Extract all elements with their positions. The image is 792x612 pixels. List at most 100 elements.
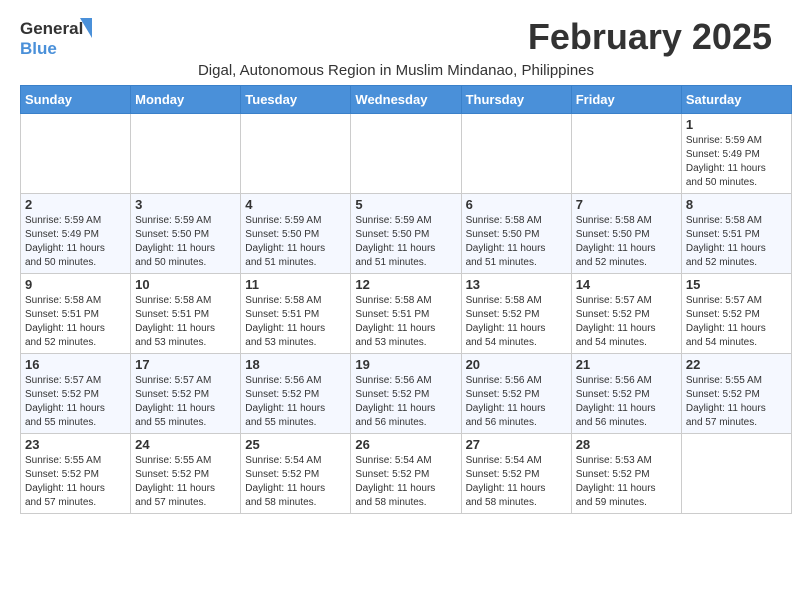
day-number: 8 [686, 197, 787, 212]
day-number: 7 [576, 197, 677, 212]
calendar-cell: 28Sunrise: 5:53 AM Sunset: 5:52 PM Dayli… [571, 434, 681, 514]
day-info: Sunrise: 5:56 AM Sunset: 5:52 PM Dayligh… [466, 374, 567, 430]
day-number: 16 [25, 357, 126, 372]
day-info: Sunrise: 5:58 AM Sunset: 5:52 PM Dayligh… [466, 294, 567, 350]
weekday-header-thursday: Thursday [461, 86, 571, 114]
calendar-cell: 15 Sunrise: 5:57 AM Sunset: 5:52 PM Dayli… [681, 274, 791, 354]
calendar-cell: 19Sunrise: 5:56 AM Sunset: 5:52 PM Dayli… [351, 354, 461, 434]
day-info: Sunrise: 5:59 AM Sunset: 5:50 PM Dayligh… [135, 214, 236, 270]
week-row-2: 2 Sunrise: 5:59 AM Sunset: 5:49 PM Daylig… [21, 194, 792, 274]
logo-icon: GeneralBlue [20, 16, 100, 58]
week-row-4: 16 Sunrise: 5:57 AM Sunset: 5:52 PM Dayli… [21, 354, 792, 434]
calendar-cell: 23 Sunrise: 5:55 AM Sunset: 5:52 PM Dayli… [21, 434, 131, 514]
location: Digal, Autonomous Region in Muslim Minda… [0, 62, 792, 79]
calendar-cell: 25Sunrise: 5:54 AM Sunset: 5:52 PM Dayli… [241, 434, 351, 514]
day-number: 18 [245, 357, 346, 372]
day-number: 2 [25, 197, 126, 212]
day-number: 5 [355, 197, 456, 212]
day-number: 22 [686, 357, 787, 372]
day-info: Sunrise: 5:57 AM Sunset: 5:52 PM Dayligh… [576, 294, 677, 350]
day-info: Sunrise: 5:56 AM Sunset: 5:52 PM Dayligh… [576, 374, 677, 430]
day-info: Sunrise: 5:57 AM Sunset: 5:52 PM Dayligh… [25, 374, 126, 430]
day-info: Sunrise: 5:58 AM Sunset: 5:51 PM Dayligh… [135, 294, 236, 350]
calendar-cell: 11Sunrise: 5:58 AM Sunset: 5:51 PM Dayli… [241, 274, 351, 354]
day-number: 20 [466, 357, 567, 372]
calendar-cell: 9 Sunrise: 5:58 AM Sunset: 5:51 PM Daylig… [21, 274, 131, 354]
svg-text:Blue: Blue [20, 39, 57, 58]
svg-text:General: General [20, 19, 83, 38]
calendar-cell: 8 Sunrise: 5:58 AM Sunset: 5:51 PM Daylig… [681, 194, 791, 274]
day-info: Sunrise: 5:59 AM Sunset: 5:49 PM Dayligh… [25, 214, 126, 270]
day-number: 13 [466, 277, 567, 292]
weekday-header-wednesday: Wednesday [351, 86, 461, 114]
calendar-cell: 24Sunrise: 5:55 AM Sunset: 5:52 PM Dayli… [131, 434, 241, 514]
weekday-header-friday: Friday [571, 86, 681, 114]
week-row-1: 1 Sunrise: 5:59 AM Sunset: 5:49 PM Daylig… [21, 114, 792, 194]
calendar-cell: 26Sunrise: 5:54 AM Sunset: 5:52 PM Dayli… [351, 434, 461, 514]
day-number: 27 [466, 437, 567, 452]
month-title: February 2025 [528, 16, 772, 58]
calendar-cell [351, 114, 461, 194]
day-number: 10 [135, 277, 236, 292]
weekday-header-tuesday: Tuesday [241, 86, 351, 114]
weekday-header-row: SundayMondayTuesdayWednesdayThursdayFrid… [21, 86, 792, 114]
day-info: Sunrise: 5:55 AM Sunset: 5:52 PM Dayligh… [686, 374, 787, 430]
day-number: 6 [466, 197, 567, 212]
day-info: Sunrise: 5:58 AM Sunset: 5:51 PM Dayligh… [245, 294, 346, 350]
calendar-cell: 10 Sunrise: 5:58 AM Sunset: 5:51 PM Dayli… [131, 274, 241, 354]
calendar-cell: 13 Sunrise: 5:58 AM Sunset: 5:52 PM Dayli… [461, 274, 571, 354]
day-info: Sunrise: 5:58 AM Sunset: 5:51 PM Dayligh… [25, 294, 126, 350]
calendar-cell: 1 Sunrise: 5:59 AM Sunset: 5:49 PM Daylig… [681, 114, 791, 194]
weekday-header-monday: Monday [131, 86, 241, 114]
calendar-cell [571, 114, 681, 194]
calendar: SundayMondayTuesdayWednesdayThursdayFrid… [20, 85, 792, 514]
calendar-cell: 7 Sunrise: 5:58 AM Sunset: 5:50 PM Daylig… [571, 194, 681, 274]
day-info: Sunrise: 5:54 AM Sunset: 5:52 PM Dayligh… [245, 454, 346, 510]
day-info: Sunrise: 5:58 AM Sunset: 5:50 PM Dayligh… [576, 214, 677, 270]
calendar-cell: 12Sunrise: 5:58 AM Sunset: 5:51 PM Dayli… [351, 274, 461, 354]
page-header: GeneralBlue February 2025 [0, 0, 792, 62]
calendar-cell: 3Sunrise: 5:59 AM Sunset: 5:50 PM Daylig… [131, 194, 241, 274]
day-info: Sunrise: 5:59 AM Sunset: 5:50 PM Dayligh… [355, 214, 456, 270]
calendar-cell: 27 Sunrise: 5:54 AM Sunset: 5:52 PM Dayli… [461, 434, 571, 514]
day-info: Sunrise: 5:58 AM Sunset: 5:50 PM Dayligh… [466, 214, 567, 270]
day-info: Sunrise: 5:55 AM Sunset: 5:52 PM Dayligh… [25, 454, 126, 510]
day-info: Sunrise: 5:57 AM Sunset: 5:52 PM Dayligh… [135, 374, 236, 430]
day-info: Sunrise: 5:57 AM Sunset: 5:52 PM Dayligh… [686, 294, 787, 350]
day-info: Sunrise: 5:59 AM Sunset: 5:50 PM Dayligh… [245, 214, 346, 270]
logo: GeneralBlue [20, 16, 100, 58]
calendar-cell: 20 Sunrise: 5:56 AM Sunset: 5:52 PM Dayli… [461, 354, 571, 434]
calendar-cell: 17 Sunrise: 5:57 AM Sunset: 5:52 PM Dayli… [131, 354, 241, 434]
day-info: Sunrise: 5:58 AM Sunset: 5:51 PM Dayligh… [686, 214, 787, 270]
calendar-cell [241, 114, 351, 194]
calendar-cell: 4 Sunrise: 5:59 AM Sunset: 5:50 PM Daylig… [241, 194, 351, 274]
calendar-cell: 2 Sunrise: 5:59 AM Sunset: 5:49 PM Daylig… [21, 194, 131, 274]
day-number: 17 [135, 357, 236, 372]
day-number: 12 [355, 277, 456, 292]
day-info: Sunrise: 5:55 AM Sunset: 5:52 PM Dayligh… [135, 454, 236, 510]
calendar-cell: 5 Sunrise: 5:59 AM Sunset: 5:50 PM Daylig… [351, 194, 461, 274]
day-number: 1 [686, 117, 787, 132]
title-section: February 2025 [528, 16, 772, 58]
day-number: 14 [576, 277, 677, 292]
calendar-cell [21, 114, 131, 194]
day-info: Sunrise: 5:56 AM Sunset: 5:52 PM Dayligh… [245, 374, 346, 430]
calendar-wrapper: SundayMondayTuesdayWednesdayThursdayFrid… [0, 85, 792, 524]
calendar-cell [131, 114, 241, 194]
calendar-cell: 14 Sunrise: 5:57 AM Sunset: 5:52 PM Dayli… [571, 274, 681, 354]
weekday-header-saturday: Saturday [681, 86, 791, 114]
calendar-cell [461, 114, 571, 194]
weekday-header-sunday: Sunday [21, 86, 131, 114]
day-info: Sunrise: 5:59 AM Sunset: 5:49 PM Dayligh… [686, 134, 787, 190]
calendar-cell: 22 Sunrise: 5:55 AM Sunset: 5:52 PM Dayli… [681, 354, 791, 434]
calendar-cell: 18 Sunrise: 5:56 AM Sunset: 5:52 PM Dayli… [241, 354, 351, 434]
day-number: 23 [25, 437, 126, 452]
day-info: Sunrise: 5:54 AM Sunset: 5:52 PM Dayligh… [466, 454, 567, 510]
calendar-cell [681, 434, 791, 514]
day-number: 9 [25, 277, 126, 292]
day-number: 15 [686, 277, 787, 292]
calendar-cell: 6 Sunrise: 5:58 AM Sunset: 5:50 PM Daylig… [461, 194, 571, 274]
day-info: Sunrise: 5:54 AM Sunset: 5:52 PM Dayligh… [355, 454, 456, 510]
day-number: 4 [245, 197, 346, 212]
calendar-cell: 21Sunrise: 5:56 AM Sunset: 5:52 PM Dayli… [571, 354, 681, 434]
